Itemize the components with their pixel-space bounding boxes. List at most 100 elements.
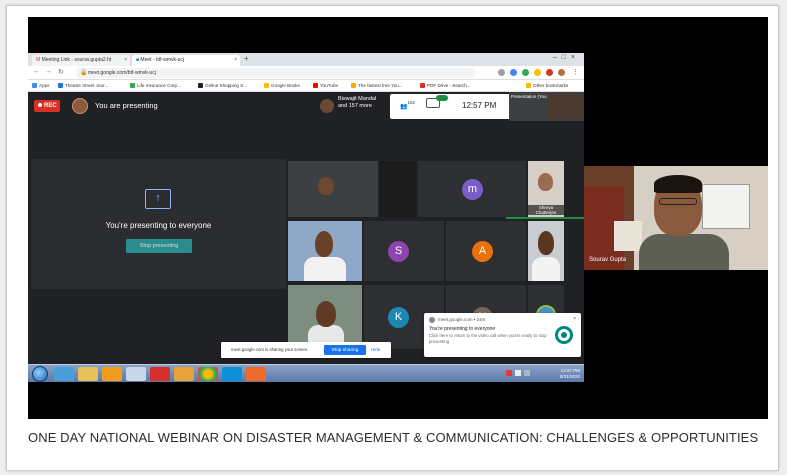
stop-presenting-button[interactable]: Stop presenting bbox=[126, 239, 192, 253]
bookmark-icon bbox=[351, 83, 356, 88]
presenter-name: Sourav Gupta bbox=[589, 257, 627, 263]
meet-logo-icon bbox=[555, 326, 573, 344]
close-icon[interactable]: × bbox=[124, 57, 127, 63]
chrome-icon bbox=[429, 317, 435, 323]
viewer-summary: Biswajit Mandal and 157 more bbox=[338, 96, 376, 110]
close-icon[interactable]: × bbox=[234, 57, 237, 63]
apps-icon bbox=[32, 83, 37, 88]
ie-icon[interactable] bbox=[54, 367, 74, 381]
present-message: You're presenting to everyone bbox=[105, 221, 212, 230]
app-icon[interactable] bbox=[174, 367, 194, 381]
participant-video bbox=[538, 173, 553, 191]
tab-meet[interactable]: ■ Meet - btf-wmvk-ucj × bbox=[132, 55, 240, 66]
people-icon[interactable]: 👥162 bbox=[400, 100, 415, 110]
explorer-icon[interactable] bbox=[78, 367, 98, 381]
back-icon[interactable]: ← bbox=[33, 68, 40, 75]
participant-avatar: S bbox=[388, 241, 409, 262]
menu-icon[interactable]: ⋮ bbox=[572, 68, 579, 76]
extension-icon[interactable] bbox=[522, 69, 529, 76]
bookmark-item[interactable]: The fastest free You... bbox=[351, 83, 403, 88]
participant-tile[interactable]: m bbox=[418, 161, 526, 217]
bookmark-item[interactable]: Google Books bbox=[264, 83, 300, 88]
bookmark-item[interactable]: Theatre Street Jour... bbox=[58, 83, 108, 88]
url-field[interactable]: 🔒 meet.google.com/btf-wmvk-ucj bbox=[76, 68, 476, 78]
webcam-background bbox=[702, 184, 750, 229]
close-icon[interactable]: × bbox=[573, 316, 576, 322]
participant-tile[interactable] bbox=[288, 161, 378, 217]
tab-meet-label: Meet - btf-wmvk-ucj bbox=[140, 57, 185, 63]
participant-tile[interactable] bbox=[380, 161, 416, 217]
sharing-text: meet.google.com is sharing your screen. bbox=[231, 347, 309, 352]
participant-tile[interactable]: A bbox=[446, 221, 526, 281]
teamviewer-icon[interactable] bbox=[222, 367, 242, 381]
bookmark-icon bbox=[130, 83, 135, 88]
hide-button[interactable]: Hide bbox=[371, 347, 380, 352]
bookmark-item[interactable]: Apps bbox=[32, 83, 49, 88]
presenter-video bbox=[639, 234, 729, 270]
presentation-self-tile[interactable]: Presentation (You) bbox=[509, 92, 584, 121]
presenting-card: ↑ You're presenting to everyone Stop pre… bbox=[31, 159, 286, 289]
forward-icon[interactable]: → bbox=[45, 68, 52, 75]
start-button-icon[interactable] bbox=[32, 366, 48, 382]
bookmarks-bar: Apps Theatre Street Jour... Life Insuran… bbox=[28, 80, 584, 92]
pdf-icon bbox=[420, 83, 425, 88]
pdf-reader-icon[interactable] bbox=[150, 367, 170, 381]
bookmark-item[interactable]: Online Shopping S... bbox=[198, 83, 247, 88]
bookmark-icon bbox=[198, 83, 203, 88]
system-clock[interactable]: 12:57 PM 8/31/2020 bbox=[560, 368, 580, 379]
address-bar: ← → ↻ 🔒 meet.google.com/btf-wmvk-ucj ⋮ bbox=[28, 66, 584, 80]
presenter-video bbox=[654, 175, 702, 193]
notification-popup[interactable]: meet.google.com • 24m × You're presentin… bbox=[424, 313, 581, 357]
tab-gmail-label: Meeting Link - sourav.gupta2.ht bbox=[41, 57, 112, 63]
present-screen-icon: ↑ bbox=[145, 189, 171, 209]
network-icon[interactable] bbox=[506, 370, 512, 376]
participant-video bbox=[318, 177, 334, 195]
participant-tile[interactable]: S bbox=[364, 221, 444, 281]
meet-clock: 12:57 PM bbox=[462, 101, 497, 110]
participant-avatar: A bbox=[472, 241, 493, 262]
volume-icon[interactable] bbox=[515, 370, 521, 376]
new-tab-icon[interactable]: + bbox=[244, 54, 249, 63]
speaking-indicator bbox=[506, 217, 584, 219]
shared-desktop: M Meeting Link - sourav.gupta2.ht × ■ Mee… bbox=[28, 17, 584, 419]
participant-tile[interactable]: Shreya Chatterjee bbox=[528, 161, 564, 217]
notification-message: Click here to return to the video call w… bbox=[429, 333, 547, 344]
extension-icon[interactable] bbox=[546, 69, 553, 76]
bookmark-item[interactable]: YouTube bbox=[313, 83, 338, 88]
battery-icon[interactable] bbox=[524, 370, 530, 376]
chrome-icon[interactable] bbox=[198, 367, 218, 381]
tab-gmail[interactable]: M Meeting Link - sourav.gupta2.ht × bbox=[32, 55, 130, 66]
webcam-feed: Sourav Gupta bbox=[584, 166, 768, 270]
participant-tile[interactable] bbox=[288, 221, 362, 281]
webcam-background bbox=[614, 221, 642, 251]
participant-video bbox=[304, 257, 346, 281]
extension-icon[interactable] bbox=[498, 69, 505, 76]
folder-icon bbox=[526, 83, 531, 88]
media-player-icon[interactable] bbox=[102, 367, 122, 381]
taskbar-time: 12:57 PM bbox=[560, 368, 580, 373]
participant-tile[interactable] bbox=[288, 285, 362, 349]
app-icon[interactable] bbox=[246, 367, 266, 381]
lock-icon: 🔒 bbox=[80, 70, 88, 76]
bookmark-item[interactable]: PDF Drive - Search... bbox=[420, 83, 471, 88]
chat-badge bbox=[436, 95, 448, 101]
google-books-icon bbox=[264, 83, 269, 88]
bookmark-item[interactable]: Life Insurance Corp... bbox=[130, 83, 181, 88]
bookmark-item[interactable]: Other bookmarks bbox=[526, 83, 568, 88]
youtube-icon bbox=[313, 83, 318, 88]
profile-avatar[interactable] bbox=[558, 69, 565, 76]
app-icon[interactable] bbox=[126, 367, 146, 381]
screenshot-area: M Meeting Link - sourav.gupta2.ht × ■ Mee… bbox=[28, 17, 768, 419]
extension-icon[interactable] bbox=[510, 69, 517, 76]
participant-video bbox=[538, 231, 554, 255]
windows-taskbar: 12:57 PM 8/31/2020 bbox=[28, 364, 584, 382]
self-camera-thumbnail bbox=[547, 94, 584, 119]
notification-title: You're presenting to everyone bbox=[429, 326, 496, 332]
extension-icon[interactable] bbox=[534, 69, 541, 76]
window-controls[interactable]: –□× bbox=[553, 54, 580, 61]
participant-tile[interactable] bbox=[528, 221, 564, 281]
reload-icon[interactable]: ↻ bbox=[58, 68, 64, 76]
notification-source: meet.google.com • 24m bbox=[438, 317, 486, 322]
presentation-label: Presentation (You) bbox=[511, 94, 549, 99]
stop-sharing-button[interactable]: Stop sharing bbox=[324, 345, 366, 355]
